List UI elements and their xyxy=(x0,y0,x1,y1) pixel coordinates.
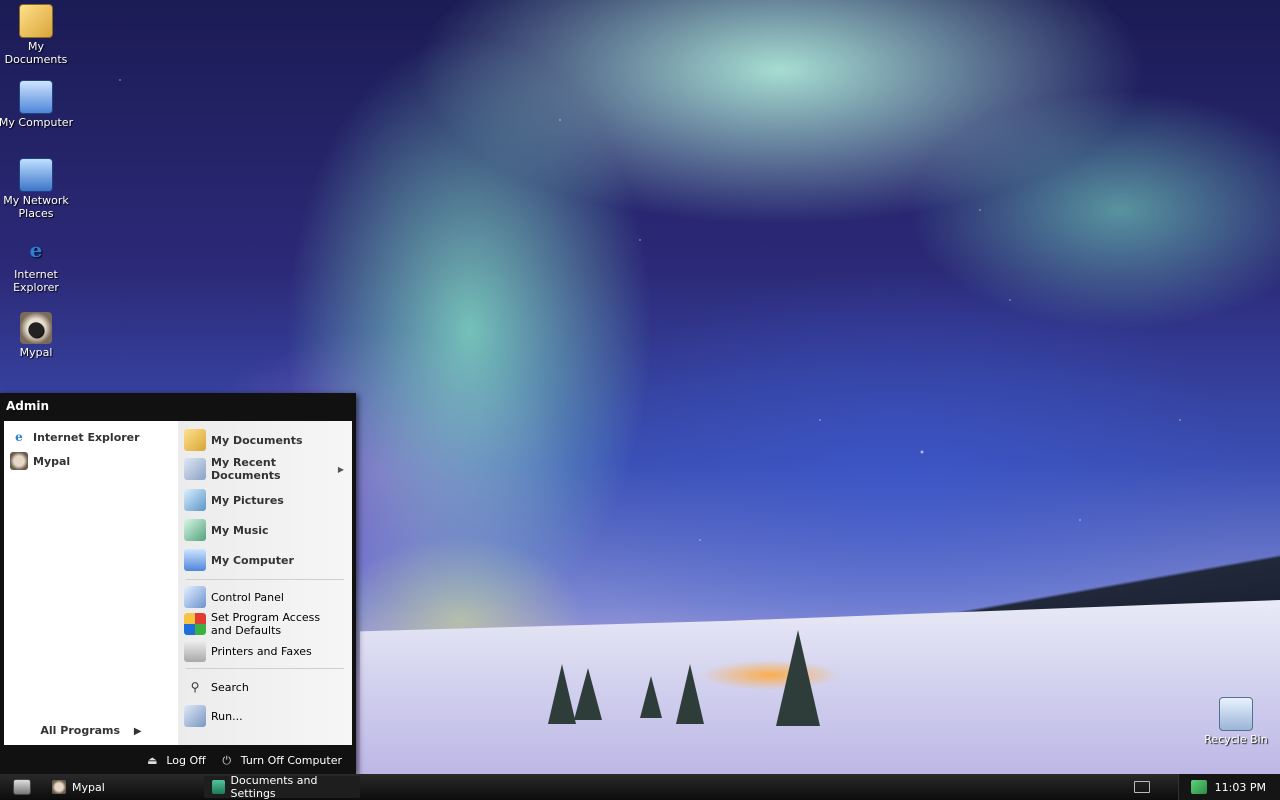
desktop-icon-mypal[interactable]: ● Mypal xyxy=(0,312,74,359)
start-menu-item-label: Search xyxy=(211,680,249,694)
wallpaper-tree xyxy=(676,664,704,724)
recycle-bin-icon xyxy=(1219,697,1253,731)
start-menu-item-label: Printers and Faxes xyxy=(211,644,312,658)
folder-icon xyxy=(184,429,206,451)
start-menu-footer: ⏏ Log Off ⏻ Turn Off Computer xyxy=(0,747,356,774)
log-off-button[interactable]: ⏏ Log Off xyxy=(145,754,206,768)
raccoon-icon xyxy=(52,780,66,794)
ie-icon: e xyxy=(29,238,43,262)
start-menu-user-name: Admin xyxy=(6,399,50,413)
start-menu-separator xyxy=(186,579,344,580)
desktop-icon-label: Mypal xyxy=(19,346,53,359)
arrow-right-icon: ▶ xyxy=(133,726,142,737)
start-menu-places-column: My Documents My Recent Documents ▶ My Pi… xyxy=(178,421,352,745)
desktop-icon-my-computer[interactable]: My Computer xyxy=(0,80,74,129)
raccoon-icon xyxy=(10,452,28,470)
security-icon[interactable] xyxy=(1190,780,1207,794)
start-menu-item-label: Mypal xyxy=(33,454,71,468)
desktop-icon-label: Recycle Bin xyxy=(1204,733,1268,746)
search-icon: ⚲ xyxy=(190,680,200,694)
recent-documents-icon xyxy=(184,458,206,480)
start-menu-item-search[interactable]: ⚲ Search xyxy=(178,675,352,699)
system-tray: 11:03 PM xyxy=(1133,774,1280,800)
all-programs-label: All Programs xyxy=(40,724,121,737)
start-menu-item-run[interactable]: Run... xyxy=(178,705,352,727)
computer-icon xyxy=(184,549,206,571)
desktop-icon-label: My Network Places xyxy=(3,194,69,220)
music-icon xyxy=(184,519,206,541)
start-menu-item-my-computer[interactable]: My Computer xyxy=(178,547,352,573)
start-menu-item-label: My Music xyxy=(211,523,269,537)
folder-icon xyxy=(212,780,225,794)
clock: 11:03 PM xyxy=(1214,780,1266,794)
power-icon: ⏻ xyxy=(222,753,232,767)
pictures-icon xyxy=(184,489,206,511)
start-menu-item-label: Internet Explorer xyxy=(33,430,140,444)
taskbar: Mypal Documents and Settings 11:03 PM xyxy=(0,774,1280,800)
program-access-icon xyxy=(184,613,206,635)
desktop-icon-label: Internet Explorer xyxy=(13,268,59,294)
start-menu-item-label: Set Program Access and Defaults xyxy=(211,611,321,637)
start-menu-separator xyxy=(186,668,344,669)
desktop-icon-my-network-places[interactable]: My Network Places xyxy=(0,158,74,220)
start-menu-item-label: Run... xyxy=(211,709,243,723)
all-programs-button[interactable]: All Programs ▶ xyxy=(4,724,178,737)
turn-off-label: Turn Off Computer xyxy=(240,754,342,767)
taskbar-button-mypal[interactable]: Mypal xyxy=(44,776,200,798)
computer-icon xyxy=(19,80,53,114)
log-off-label: Log Off xyxy=(166,754,206,767)
start-button[interactable] xyxy=(0,774,44,800)
printer-icon xyxy=(184,640,206,662)
start-menu-item-label: My Documents xyxy=(211,433,303,447)
eject-icon: ⏏ xyxy=(147,754,158,767)
wallpaper-tree xyxy=(548,664,576,724)
run-icon xyxy=(184,705,206,727)
start-menu-pinned-column: e Internet Explorer Mypal All Programs ▶ xyxy=(4,421,178,745)
desktop-icon-label: My Computer xyxy=(0,116,74,129)
folder-icon xyxy=(19,4,53,38)
start-menu-item-label: My Pictures xyxy=(211,493,284,507)
start-menu-item-program-access[interactable]: Set Program Access and Defaults xyxy=(178,610,352,638)
keyboard-icon[interactable] xyxy=(1133,781,1150,793)
network-icon xyxy=(19,158,53,192)
start-menu-item-my-music[interactable]: My Music xyxy=(178,517,352,543)
start-menu-item-label: My Computer xyxy=(211,553,294,567)
clock-area[interactable]: 11:03 PM xyxy=(1177,774,1280,800)
wallpaper-tree xyxy=(640,676,662,718)
start-menu-item-printers-and-faxes[interactable]: Printers and Faxes xyxy=(178,640,352,662)
desktop-icon-internet-explorer[interactable]: e Internet Explorer xyxy=(0,234,74,294)
desktop-icon-label: My Documents xyxy=(4,40,68,66)
desktop-icon-recycle-bin[interactable]: Recycle Bin xyxy=(1198,697,1274,746)
wallpaper-tree xyxy=(574,668,602,720)
ie-icon: e xyxy=(15,430,23,444)
start-menu: Admin e Internet Explorer Mypal All Prog… xyxy=(0,393,356,774)
wallpaper-tree xyxy=(776,630,820,726)
chevron-right-icon: ▶ xyxy=(337,464,344,474)
start-menu-item-label: My Recent Documents xyxy=(211,456,281,482)
start-menu-item-label: Control Panel xyxy=(211,590,284,604)
taskbar-button-label: Documents and Settings xyxy=(230,774,318,800)
start-menu-item-mypal[interactable]: Mypal xyxy=(4,449,178,473)
turn-off-computer-button[interactable]: ⏻ Turn Off Computer xyxy=(220,754,342,768)
start-menu-item-control-panel[interactable]: Control Panel xyxy=(178,586,352,608)
start-menu-body: e Internet Explorer Mypal All Programs ▶… xyxy=(4,421,352,745)
control-panel-icon xyxy=(184,586,206,608)
start-orb-icon xyxy=(13,779,31,795)
raccoon-icon: ● xyxy=(20,312,52,344)
start-menu-item-my-pictures[interactable]: My Pictures xyxy=(178,487,352,513)
start-menu-item-my-documents[interactable]: My Documents xyxy=(178,429,352,451)
start-menu-item-my-recent-documents[interactable]: My Recent Documents ▶ xyxy=(178,455,352,483)
start-menu-item-internet-explorer[interactable]: e Internet Explorer xyxy=(4,425,178,449)
taskbar-button-documents-and-settings[interactable]: Documents and Settings xyxy=(204,774,360,800)
taskbar-button-label: Mypal xyxy=(72,780,105,794)
desktop-icon-my-documents[interactable]: My Documents xyxy=(0,4,74,66)
